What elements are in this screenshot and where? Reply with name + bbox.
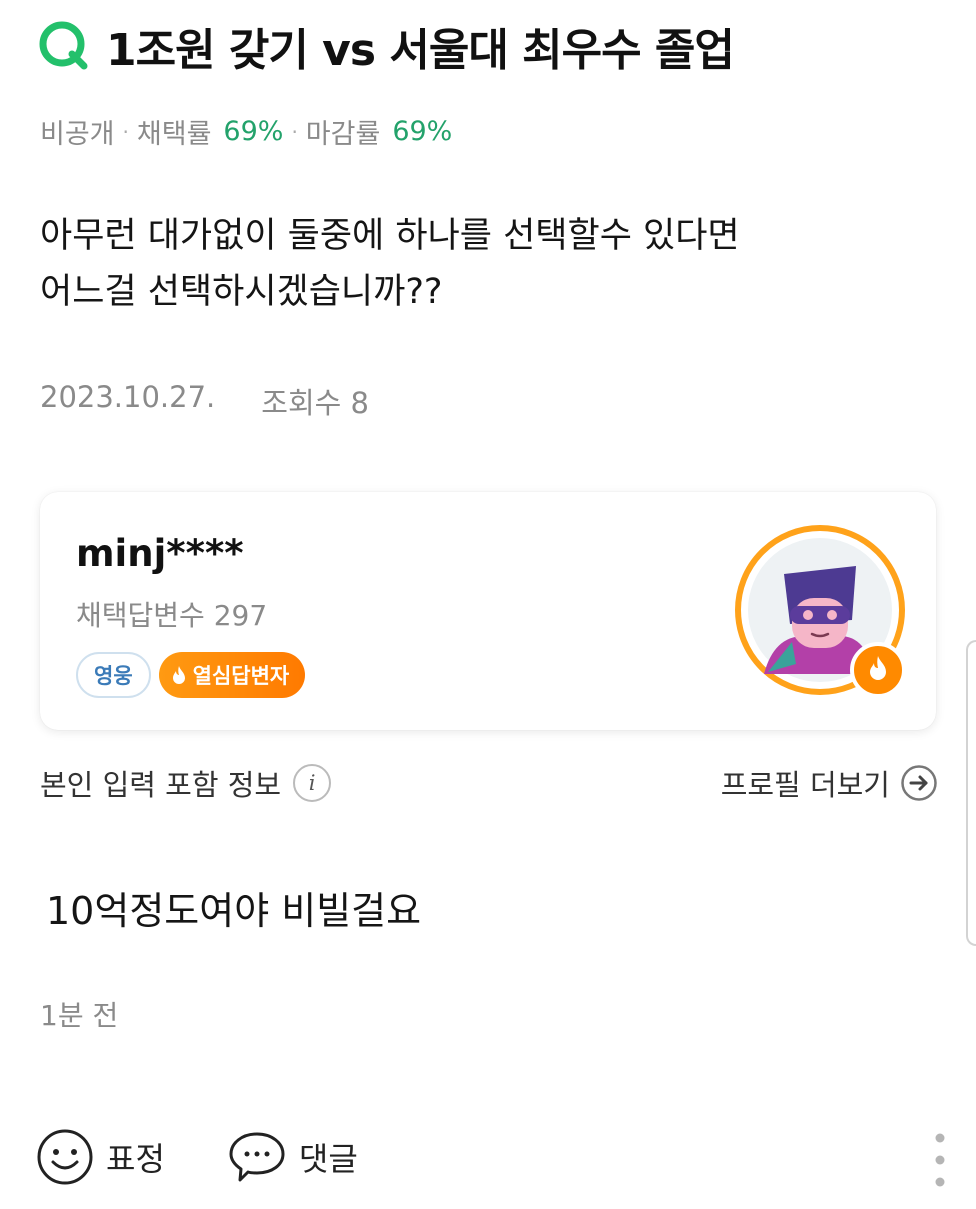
- speech-bubble-icon: [229, 1132, 285, 1182]
- comment-label: 댓글: [298, 1140, 358, 1178]
- avatar[interactable]: [734, 524, 910, 700]
- question-body: 아무런 대가없이 둘중에 하나를 선택할수 있다면 어느걸 선택하시겠습니까??: [40, 208, 740, 320]
- answerer-username[interactable]: minj****: [76, 532, 244, 575]
- emotion-label: 표정: [106, 1140, 165, 1178]
- answerer-card[interactable]: minj**** 채택답변수 297 영웅 열심답변자: [40, 492, 936, 730]
- scrollbar-handle[interactable]: [966, 640, 976, 946]
- question-meta: 비공개 · 채택률 69% · 마감률 69%: [40, 112, 452, 151]
- adoption-label: 채택률: [136, 119, 212, 150]
- question-header: 1조원 갖기 vs 서울대 최우수 졸업: [36, 14, 735, 78]
- active-answerer-label: 열심답변자: [192, 664, 290, 688]
- question-info: 2023.10.27. 조회수 8: [40, 380, 369, 422]
- view-count: 조회수 8: [261, 386, 369, 420]
- profile-info-label: 본인 입력 포함 정보: [40, 768, 282, 802]
- closing-rate: 69%: [392, 116, 453, 147]
- question-q-icon: [39, 21, 88, 70]
- visibility-label: 비공개: [40, 119, 115, 150]
- answer-text: 10억정도여야 비빌걸요: [46, 889, 422, 933]
- fire-icon: [172, 666, 185, 684]
- active-answerer-badge: 열심답변자: [158, 652, 306, 698]
- separator-dot: ·: [291, 119, 298, 144]
- info-icon[interactable]: i: [293, 764, 332, 802]
- comment-button[interactable]: 댓글: [227, 1130, 358, 1184]
- adopted-answer-count: 채택답변수 297: [76, 599, 268, 632]
- profile-more-label: 프로필 더보기: [720, 768, 890, 802]
- emotion-button[interactable]: 표정: [36, 1128, 165, 1186]
- adoption-rate: 69%: [223, 116, 284, 147]
- smiley-icon: [37, 1129, 93, 1185]
- answer-actions: 표정 댓글: [36, 1128, 420, 1186]
- profile-more-link[interactable]: 프로필 더보기: [721, 762, 938, 804]
- answer-time: 1분 전: [40, 999, 119, 1032]
- question-body-line: 아무런 대가없이 둘중에 하나를 선택할수 있다면: [40, 216, 740, 256]
- rank-badge: 영웅: [76, 652, 151, 698]
- arrow-right-circle-icon: [901, 765, 937, 801]
- closing-label: 마감률: [305, 119, 381, 150]
- question-body-line: 어느걸 선택하시겠습니까??: [40, 272, 443, 312]
- question-title: 1조원 갖기 vs 서울대 최우수 졸업: [106, 25, 735, 76]
- more-vertical-icon[interactable]: [934, 1130, 946, 1190]
- profile-info-row: 본인 입력 포함 정보 i 프로필 더보기: [40, 762, 938, 804]
- profile-info-group[interactable]: 본인 입력 포함 정보 i: [40, 762, 332, 804]
- badge-list: 영웅 열심답변자: [76, 652, 306, 698]
- question-date: 2023.10.27.: [40, 380, 216, 414]
- separator-dot: ·: [122, 119, 129, 144]
